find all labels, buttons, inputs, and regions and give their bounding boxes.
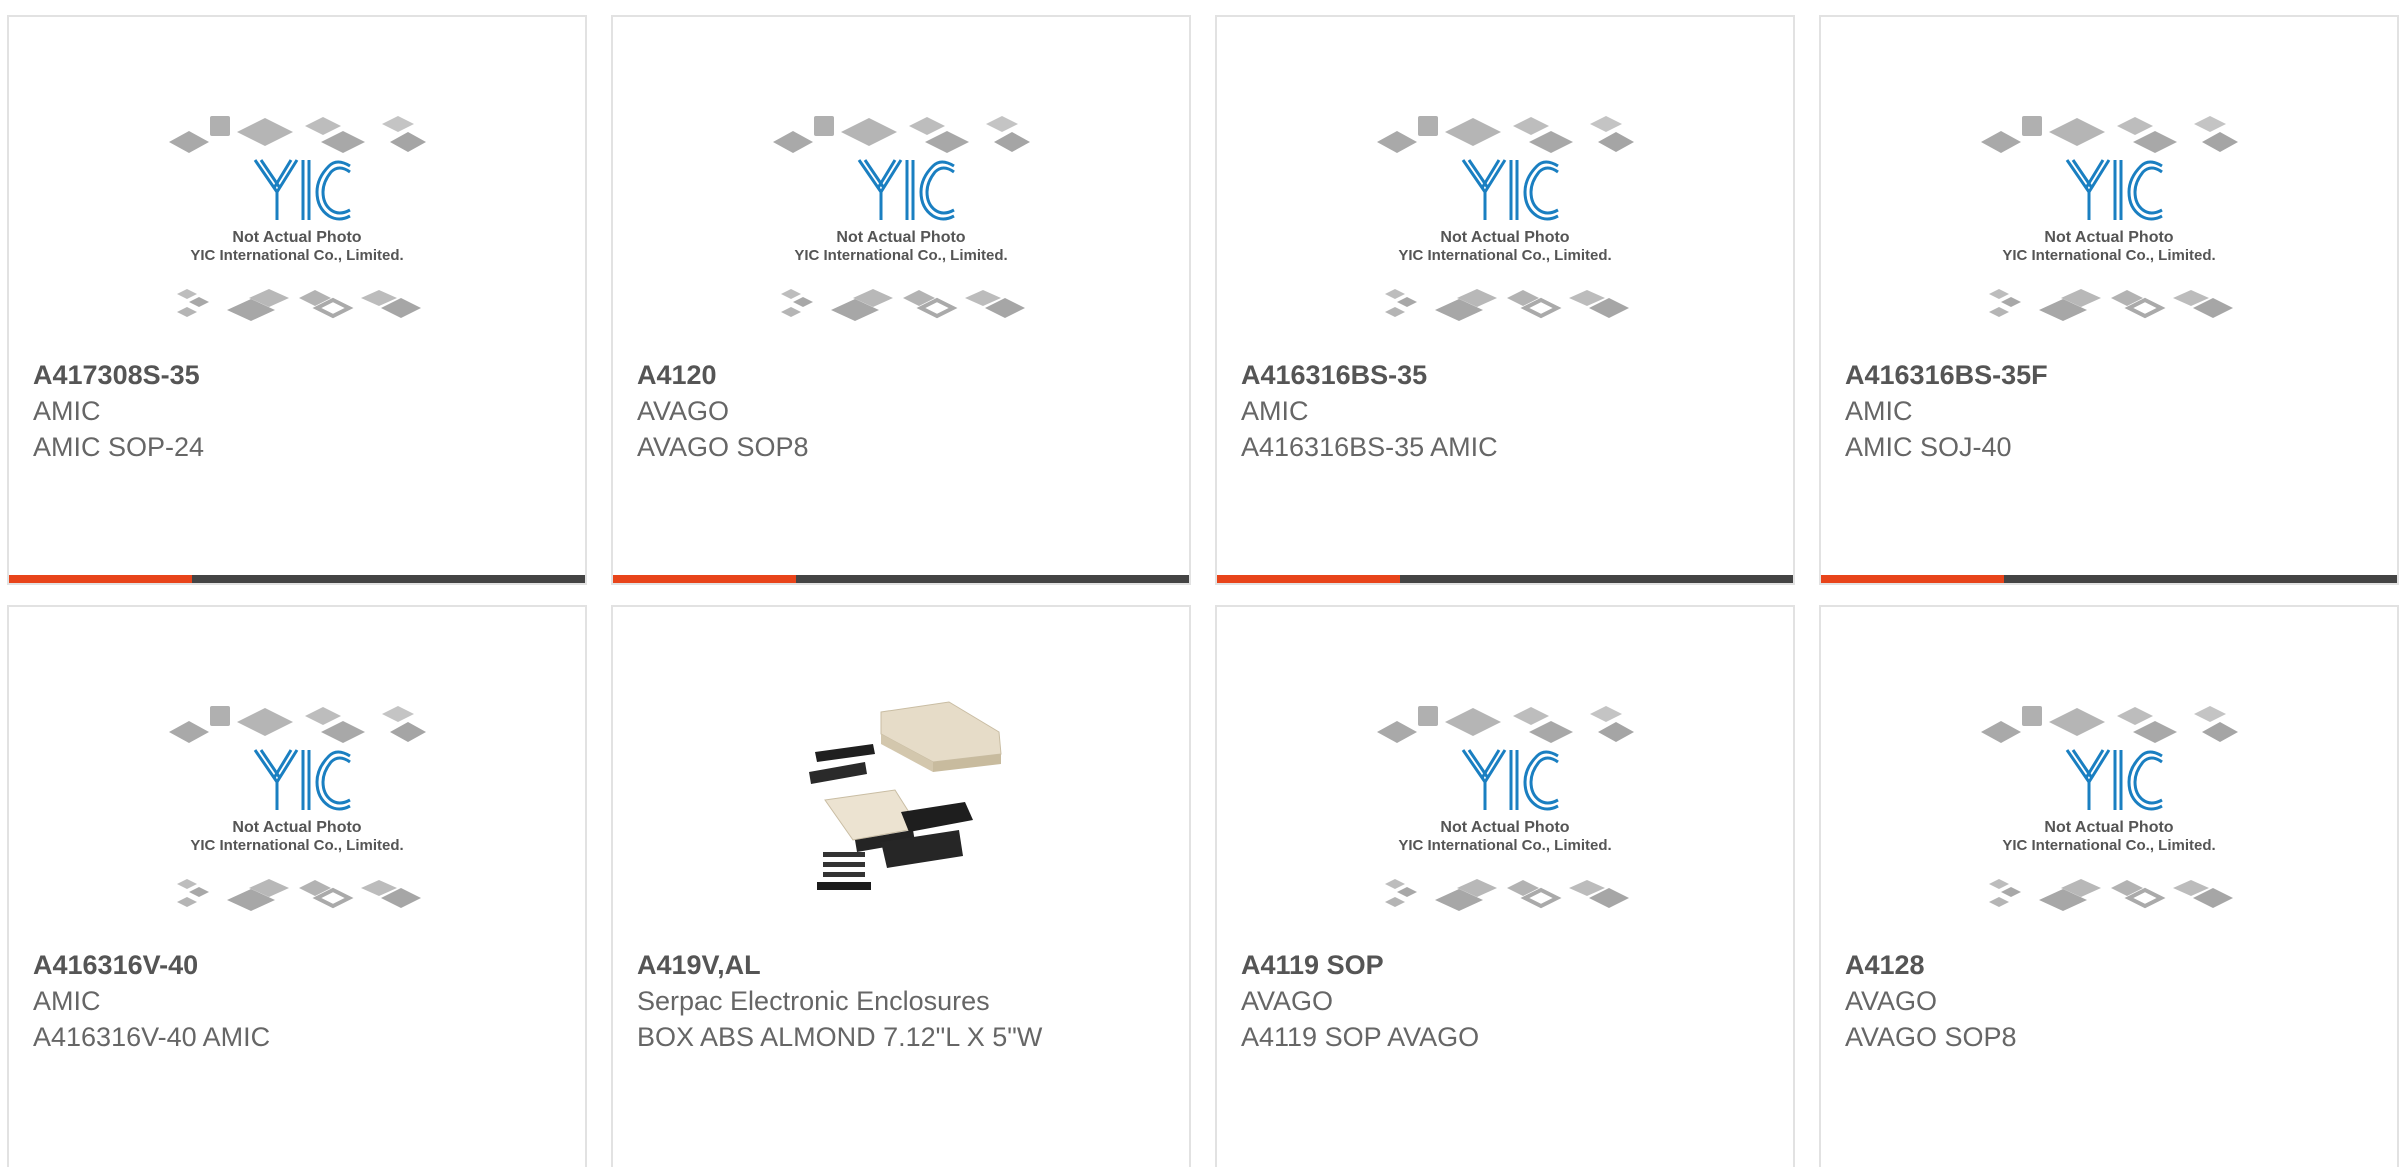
- chip-icons-top: [169, 706, 426, 743]
- product-card[interactable]: Not Actual Photo YIC International Co., …: [1819, 605, 2399, 1167]
- product-card[interactable]: Not Actual Photo YIC International Co., …: [1215, 605, 1795, 1167]
- product-info: A416316V-40 AMIC A416316V-40 AMIC: [33, 947, 463, 1055]
- product-image[interactable]: Not Actual Photo YIC International Co., …: [1977, 102, 2241, 332]
- part-number[interactable]: A4120: [637, 357, 1067, 393]
- chip-icons-top: [1377, 706, 1634, 743]
- chip-icons-top: [169, 116, 426, 153]
- part-number[interactable]: A416316BS-35F: [1845, 357, 2275, 393]
- svg-text:YIC International Co., Limited: YIC International Co., Limited.: [1398, 837, 1611, 854]
- svg-text:Not Actual Photo: Not Actual Photo: [2044, 819, 2173, 836]
- yic-logo: [857, 159, 955, 221]
- description: A416316V-40 AMIC: [33, 1022, 271, 1052]
- description: AMIC SOP-24: [33, 432, 205, 462]
- svg-text:Not Actual Photo: Not Actual Photo: [1440, 819, 1569, 836]
- manufacturer: AVAGO: [637, 396, 730, 426]
- chip-icons-top: [1981, 116, 2238, 153]
- svg-text:YIC International Co., Limited: YIC International Co., Limited.: [190, 247, 403, 264]
- manufacturer: AVAGO: [1241, 986, 1334, 1016]
- chip-icons-bottom: [781, 289, 1025, 321]
- product-info: A419V,AL Serpac Electronic Enclosures BO…: [637, 947, 1067, 1055]
- manufacturer: AMIC: [1241, 396, 1309, 426]
- product-card[interactable]: Not Actual Photo YIC International Co., …: [1215, 15, 1795, 585]
- yic-logo: [1461, 159, 1559, 221]
- product-image[interactable]: Not Actual Photo YIC International Co., …: [165, 692, 429, 922]
- part-number[interactable]: A417308S-35: [33, 357, 463, 393]
- product-card[interactable]: Not Actual Photo YIC International Co., …: [7, 15, 587, 585]
- description: A4119 SOP AVAGO: [1241, 1022, 1480, 1052]
- part-number[interactable]: A416316V-40: [33, 947, 463, 983]
- card-hover-bar: [1217, 575, 1793, 583]
- card-hover-bar: [613, 575, 1189, 583]
- product-info: A4128 AVAGO AVAGO SOP8: [1845, 947, 2275, 1055]
- description: AVAGO SOP8: [1845, 1022, 2017, 1052]
- part-number[interactable]: A4119 SOP: [1241, 947, 1671, 983]
- svg-text:YIC International Co., Limited: YIC International Co., Limited.: [1398, 247, 1611, 264]
- chip-icons-top: [1377, 116, 1634, 153]
- svg-text:YIC International Co., Limited: YIC International Co., Limited.: [2002, 837, 2215, 854]
- product-grid: Not Actual Photo YIC International Co., …: [0, 0, 2400, 1167]
- product-image[interactable]: Not Actual Photo YIC International Co., …: [769, 102, 1033, 332]
- svg-text:Not Actual Photo: Not Actual Photo: [836, 229, 965, 246]
- part-number[interactable]: A416316BS-35: [1241, 357, 1671, 393]
- product-image[interactable]: Not Actual Photo YIC International Co., …: [165, 102, 429, 332]
- description: BOX ABS ALMOND 7.12"L X 5"W: [637, 1022, 1043, 1052]
- yic-logo: [253, 159, 351, 221]
- product-info: A4119 SOP AVAGO A4119 SOP AVAGO: [1241, 947, 1671, 1055]
- description: AVAGO SOP8: [637, 432, 809, 462]
- chip-icons-bottom: [1989, 879, 2233, 911]
- manufacturer: AVAGO: [1845, 986, 1938, 1016]
- svg-text:Not Actual Photo: Not Actual Photo: [1440, 229, 1569, 246]
- card-accent: [1821, 575, 2004, 583]
- yic-logo: [2065, 159, 2163, 221]
- product-card[interactable]: Not Actual Photo YIC International Co., …: [1819, 15, 2399, 585]
- product-info: A416316BS-35 AMIC A416316BS-35 AMIC: [1241, 357, 1671, 465]
- product-image[interactable]: Not Actual Photo YIC International Co., …: [1373, 102, 1637, 332]
- svg-text:YIC International Co., Limited: YIC International Co., Limited.: [794, 247, 1007, 264]
- chip-icons-bottom: [177, 879, 421, 911]
- svg-text:YIC International Co., Limited: YIC International Co., Limited.: [190, 837, 403, 854]
- description: AMIC SOJ-40: [1845, 432, 2012, 462]
- product-card[interactable]: Not Actual Photo YIC International Co., …: [611, 15, 1191, 585]
- manufacturer: Serpac Electronic Enclosures: [637, 986, 990, 1016]
- yic-logo: [1461, 749, 1559, 811]
- svg-text:Not Actual Photo: Not Actual Photo: [2044, 229, 2173, 246]
- part-number[interactable]: A419V,AL: [637, 947, 1067, 983]
- card-hover-bar: [1821, 575, 2397, 583]
- product-image[interactable]: Not Actual Photo YIC International Co., …: [1977, 692, 2241, 922]
- manufacturer: AMIC: [33, 986, 101, 1016]
- description: A416316BS-35 AMIC: [1241, 432, 1498, 462]
- product-info: A4120 AVAGO AVAGO SOP8: [637, 357, 1067, 465]
- product-image[interactable]: Not Actual Photo YIC International Co., …: [1373, 692, 1637, 922]
- chip-icons-bottom: [1989, 289, 2233, 321]
- product-info: A417308S-35 AMIC AMIC SOP-24: [33, 357, 463, 465]
- yic-logo: [253, 749, 351, 811]
- yic-logo: [2065, 749, 2163, 811]
- chip-icons-top: [1981, 706, 2238, 743]
- product-info: A416316BS-35F AMIC AMIC SOJ-40: [1845, 357, 2275, 465]
- card-hover-bar: [9, 575, 585, 583]
- svg-text:YIC International Co., Limited: YIC International Co., Limited.: [2002, 247, 2215, 264]
- card-accent: [613, 575, 796, 583]
- manufacturer: AMIC: [1845, 396, 1913, 426]
- card-accent: [9, 575, 192, 583]
- chip-icons-top: [773, 116, 1030, 153]
- svg-text:Not Actual Photo: Not Actual Photo: [232, 819, 361, 836]
- manufacturer: AMIC: [33, 396, 101, 426]
- card-accent: [1217, 575, 1400, 583]
- part-number[interactable]: A4128: [1845, 947, 2275, 983]
- product-card[interactable]: A419V,AL Serpac Electronic Enclosures BO…: [611, 605, 1191, 1167]
- chip-icons-bottom: [177, 289, 421, 321]
- product-card[interactable]: Not Actual Photo YIC International Co., …: [7, 605, 587, 1167]
- chip-icons-bottom: [1385, 879, 1629, 911]
- svg-text:Not Actual Photo: Not Actual Photo: [232, 229, 361, 246]
- chip-icons-bottom: [1385, 289, 1629, 321]
- product-image[interactable]: [769, 692, 1033, 922]
